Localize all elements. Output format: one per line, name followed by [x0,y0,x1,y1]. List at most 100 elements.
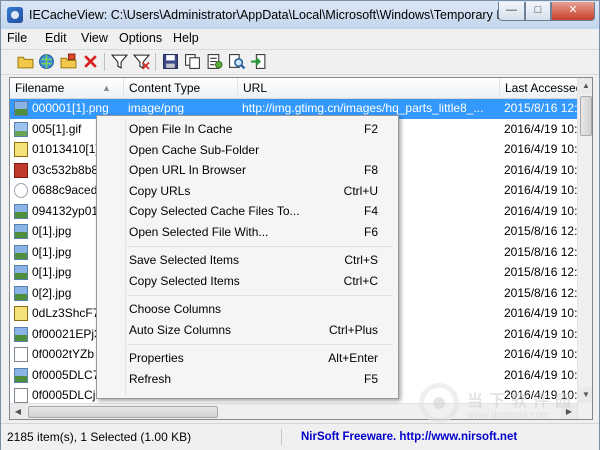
context-menu-item-label: Open Cache Sub-Folder [129,142,260,157]
menu-help[interactable]: Help [173,31,199,45]
scroll-up-button[interactable]: ▲ [578,78,592,94]
column-header-label: Filename [15,81,65,95]
cell-last-accessed: 2015/8/16 12: [504,224,578,238]
menu-options[interactable]: Options [119,31,162,45]
context-menu-shortcut: F8 [363,163,378,177]
context-menu-item[interactable]: Copy URLs Ctrl+U [99,181,396,201]
column-header-content-type[interactable]: Content Type [124,78,238,98]
toolbar-separator [155,53,156,71]
context-menu-item[interactable]: Refresh F5 [99,369,396,389]
watermark-logo-icon [419,383,459,423]
list-header: Filename ▲ Content Type URL Last Accessed [10,78,580,99]
title-bar[interactable]: IECacheView: C:\Users\Administrator\AppD… [1,1,599,29]
cell-url: http://img.gtimg.cn/images/hq_parts_litt… [242,101,484,115]
column-header-url[interactable]: URL [238,78,500,98]
context-menu-item[interactable]: Properties Alt+Enter [99,348,396,368]
file-type-icon [14,388,28,403]
file-type-icon [14,367,28,383]
context-menu-item[interactable]: Choose Columns [99,299,396,319]
menu-edit[interactable]: Edit [45,31,67,45]
find-icon[interactable] [228,53,245,70]
menu-view[interactable]: View [81,31,108,45]
save-icon[interactable] [162,53,179,70]
close-button[interactable]: ✕ [551,2,595,21]
context-menu-shortcut: F5 [363,371,378,386]
context-menu-item[interactable]: Copy Selected Items Ctrl+C [99,271,396,291]
context-menu-item-label: Open Selected File With... [129,224,269,239]
file-type-icon [14,306,28,321]
file-type-icon [14,203,28,219]
file-type-icon [14,162,28,178]
watermark-text: 当下软件园 [467,393,578,410]
app-icon [7,7,23,23]
cell-last-accessed: 2016/4/19 10: [504,203,578,218]
file-type-icon [14,101,28,116]
context-menu-shortcut: Ctrl+S [344,253,378,267]
app-window: IECacheView: C:\Users\Administrator\AppD… [0,0,600,450]
context-menu-shortcut: Ctrl+U [343,183,378,198]
filter-icon[interactable] [111,53,128,70]
cell-last-accessed: 2015/8/16 12: [504,265,578,279]
status-item-count: 2185 item(s), 1 Selected (1.00 KB) [7,429,282,445]
column-header-last-accessed[interactable]: Last Accessed [500,78,580,98]
watermark: 当下软件园 www.downxia.com [419,383,589,431]
minimize-button[interactable]: — [498,2,525,21]
context-menu-item[interactable]: Open Selected File With... F6 [99,222,396,242]
context-menu-item[interactable]: Auto Size Columns Ctrl+Plus [99,320,396,340]
cell-last-accessed: 2016/4/19 10: [504,347,578,361]
toolbar [1,49,599,75]
context-menu-item[interactable]: Open URL In Browser F8 [99,160,396,180]
open-folder-icon[interactable] [17,53,34,70]
context-menu-item-label: Save Selected Items [129,253,240,267]
column-header-filename[interactable]: Filename ▲ [10,78,124,98]
file-type-icon [14,244,28,260]
filter-off-icon[interactable] [133,53,150,70]
window-title: IECacheView: C:\Users\Administrator\AppD… [29,8,499,22]
file-type-icon [14,224,28,239]
delete-icon[interactable] [82,53,99,70]
copy-icon[interactable] [184,53,201,70]
cell-filename: 000001[1].png [32,101,109,115]
context-menu-item[interactable]: Open File In Cache F2 [99,119,396,139]
context-menu-item[interactable]: Save Selected Items Ctrl+S [99,250,396,270]
context-menu-shortcut: F4 [363,204,378,218]
cell-last-accessed: 2016/4/19 10: [504,121,578,136]
context-menu-separator [127,246,393,247]
vertical-scrollbar[interactable]: ▲ ▼ [577,78,592,419]
scroll-left-button[interactable]: ◀ [10,404,26,419]
context-menu-item[interactable]: Copy Selected Cache Files To... F4 [99,201,396,221]
context-menu-item-label: Copy Selected Items [129,273,240,288]
context-menu-item-label: Copy URLs [129,183,191,198]
maximize-button[interactable]: □ [525,2,551,21]
file-type-icon [14,183,28,198]
file-type-icon [14,347,28,362]
file-type-icon [14,326,28,342]
cell-last-accessed: 2015/8/16 12: [504,244,578,259]
copy-folder-icon[interactable] [60,53,77,70]
context-menu: Open File In Cache F2 Open Cache Sub-Folde… [96,115,399,399]
cell-last-accessed: 2016/4/19 10: [504,162,578,177]
file-type-icon [14,142,28,157]
horizontal-scroll-thumb[interactable] [28,406,218,418]
context-menu-separator [127,295,393,296]
cell-last-accessed: 2016/4/19 10: [504,367,578,382]
menu-bar: File Edit View Options Help [1,29,599,49]
context-menu-item-label: Open File In Cache [129,122,233,136]
file-type-icon [14,265,28,280]
menu-file[interactable]: File [7,31,27,45]
context-menu-item-label: Auto Size Columns [129,322,232,337]
properties-icon[interactable] [206,53,223,70]
context-menu-item[interactable]: Open Cache Sub-Folder [99,140,396,160]
cell-last-accessed: 2016/4/19 10: [504,183,578,197]
cell-last-accessed: 2016/4/19 10: [504,326,578,341]
exit-icon[interactable] [250,53,267,70]
file-type-icon [14,121,28,137]
globe-icon[interactable] [38,53,55,70]
context-menu-item-label: Properties [129,351,184,365]
vertical-scroll-thumb[interactable] [580,96,592,136]
nirsoft-link[interactable]: NirSoft Freeware. http://www.nirsoft.net [301,429,517,445]
context-menu-item-label: Open URL In Browser [129,163,246,177]
context-menu-shortcut: F2 [363,122,378,136]
context-menu-shortcut: Alt+Enter [328,351,378,365]
context-menu-item-label: Refresh [129,371,172,386]
